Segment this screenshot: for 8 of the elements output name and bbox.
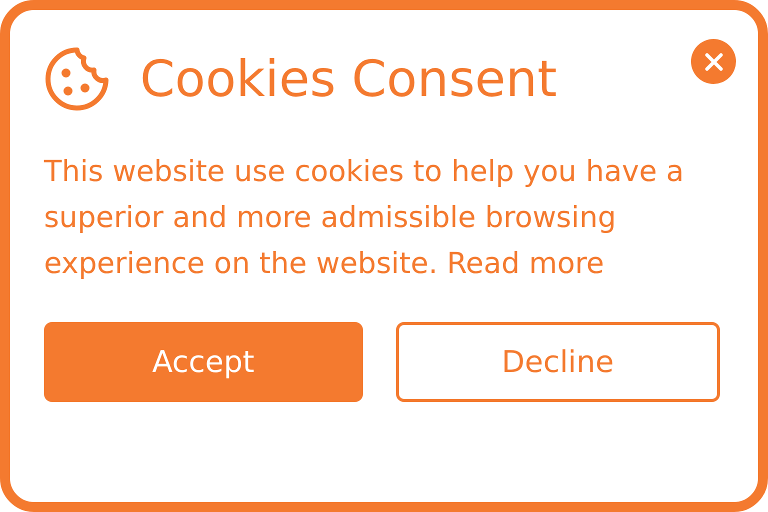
decline-button[interactable]: Decline — [396, 322, 720, 402]
accept-button[interactable]: Accept — [44, 322, 362, 402]
cookie-icon — [44, 46, 110, 112]
read-more-link[interactable]: Read more — [446, 246, 604, 280]
consent-message: This website use cookies to help you have a superior and more admissible browsing experience on the website. Read more — [44, 153, 685, 282]
close-icon — [704, 52, 724, 72]
close-button[interactable] — [691, 39, 736, 84]
dialog-title: Cookies Consent — [140, 54, 557, 104]
